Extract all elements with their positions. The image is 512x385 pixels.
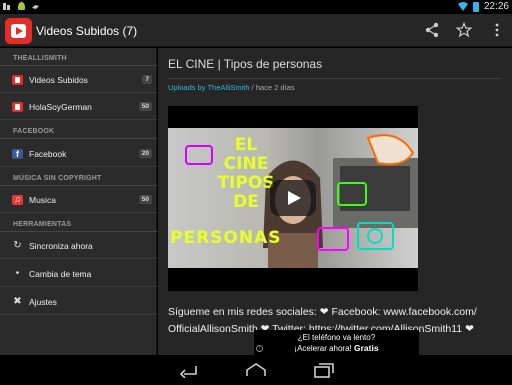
status-bar: 22:26 [0,0,512,14]
sidebar-item-sincroniza-ahora[interactable]: ↻ Sincroniza ahora [0,233,157,259]
thumbnail-word: EL [234,135,258,155]
battery-icon [472,1,479,12]
video-thumbnail[interactable]: EL CINE TIPOS DE PERSONAS [168,128,418,268]
music-icon [12,194,23,205]
count-badge: 50 [138,102,152,111]
app-bar-title: Videos Subidos (7) [36,24,138,38]
clock: 22:26 [483,1,509,12]
youtube-icon [12,75,23,85]
sidebar-item-cambia-de-tema[interactable]: • Cambia de tema [0,261,157,287]
divider [168,78,502,79]
uploads-link[interactable]: Uploads by TheAlliSmith [168,83,250,92]
ad-info-icon[interactable]: i [256,345,263,352]
sidebar-item-musica[interactable]: Musica 50 [0,187,157,213]
star-icon[interactable] [456,22,472,38]
theme-bulb-icon: • [15,268,20,279]
sidebar-item-label: Facebook [29,149,67,159]
sidebar-item-videos-subidos[interactable]: Videos Subidos 7 [0,67,157,93]
home-icon[interactable] [245,362,267,378]
video-player[interactable]: EL CINE TIPOS DE PERSONAS [168,106,418,291]
sidebar-item-label: Sincroniza ahora [29,241,93,251]
back-icon[interactable] [178,362,200,378]
ad-line-1: ¿El teléfono va lento? [297,333,376,342]
thumbnail-word: CINE [223,154,269,174]
section-header-herramientas: HERRAMIENTAS [0,218,157,232]
app-bar: Videos Subidos (7) [0,14,512,47]
count-badge: 50 [138,195,152,204]
sidebar-item-facebook[interactable]: f Facebook 20 [0,141,157,167]
description-line: Sígueme en mis redes sociales: ❤ Faceboo… [168,306,477,318]
count-badge: 20 [138,149,152,158]
sidebar-item-ajustes[interactable]: ✖ Ajustes [0,289,157,315]
thumbnail-word: PERSONAS [170,228,282,248]
system-nav-bar [0,355,512,385]
byline-time: / hace 2 días [249,83,295,92]
video-byline: Uploads by TheAlliSmith / hace 2 días [168,83,295,92]
share-icon[interactable] [424,22,440,38]
ad-line-2: ¡Acelerar ahora! Gratis [254,343,419,354]
sync-icon: ↻ [13,240,22,251]
youtube-logo-icon[interactable] [5,18,32,44]
ad-banner[interactable]: ¿El teléfono va lento? ¡Acelerar ahora! … [254,330,419,355]
recent-apps-icon[interactable] [313,362,335,378]
wifi-icon [457,2,468,11]
notification-app-icon [3,3,10,10]
sidebar-item-label: Musica [29,195,56,205]
android-robot-icon [18,2,25,10]
section-header-theallismith: THEALLISMITH [0,52,157,66]
play-button[interactable] [270,180,316,216]
bird-icon [32,5,39,9]
section-header-musica-sin-copyright: MÚSICA SIN COPYRIGHT [0,172,157,186]
section-header-facebook: FACEBOOK [0,125,157,139]
sidebar-item-holasoygerman[interactable]: HolaSoyGerman 50 [0,94,157,120]
video-title: EL CINE | Tipos de personas [168,57,323,71]
sidebar-item-label: Videos Subidos [29,75,88,85]
sidebar-item-label: Ajustes [29,297,57,307]
ad-line-2-text: ¡Acelerar ahora! [294,344,354,353]
settings-tools-icon: ✖ [13,296,22,307]
video-detail-pane: EL CINE | Tipos de personas Uploads by T… [158,48,512,355]
overflow-menu-icon[interactable] [489,22,505,38]
navigation-drawer: THEALLISMITH Videos Subidos 7 HolaSoyGer… [0,48,157,355]
sidebar-item-label: HolaSoyGerman [29,102,92,112]
notification-icons [3,2,40,11]
ad-cta: Gratis [354,343,379,353]
facebook-icon: f [12,149,23,159]
youtube-icon [12,102,23,112]
count-badge: 7 [142,75,152,84]
sidebar-item-label: Cambia de tema [29,269,92,279]
